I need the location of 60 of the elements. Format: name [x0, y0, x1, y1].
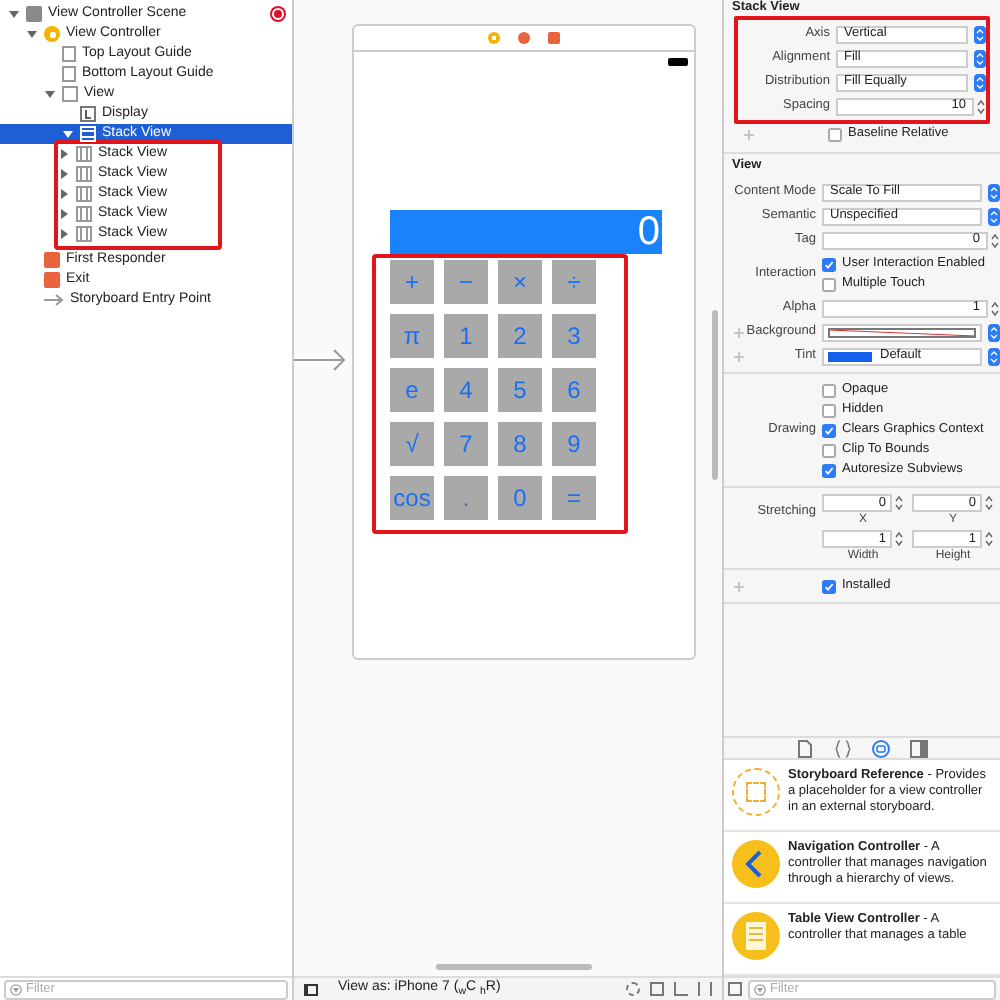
panel-toggle-icon[interactable] [304, 983, 318, 995]
controller-icon [44, 26, 60, 42]
popup-arrows-icon[interactable] [988, 183, 1000, 201]
exit-icon [44, 272, 60, 288]
popup-arrows-icon[interactable] [974, 25, 986, 43]
column-stack-icon [76, 166, 92, 182]
navigation-controller-icon [732, 840, 780, 888]
cube-icon [44, 252, 60, 268]
column-stack-icon [76, 226, 92, 242]
media-icon[interactable] [910, 739, 928, 757]
scene-icon [26, 6, 42, 22]
stepper-icon[interactable] [894, 530, 904, 548]
filter-icon [754, 983, 766, 995]
checkbox[interactable] [822, 383, 836, 397]
color-well[interactable] [822, 323, 982, 341]
expanded-triangle-icon[interactable] [62, 128, 74, 140]
expanded-triangle-icon[interactable] [44, 88, 56, 100]
file-icon[interactable] [796, 739, 814, 757]
table-controller-icon [732, 912, 780, 960]
battery-icon [668, 58, 688, 66]
entry-arrow-icon [294, 348, 348, 372]
label-icon [80, 106, 96, 122]
braces-icon[interactable] [834, 739, 852, 757]
view-icon [62, 86, 78, 102]
arrow-icon [44, 294, 64, 306]
checkbox[interactable] [822, 403, 836, 417]
horizontal-scrollbar[interactable] [436, 964, 592, 970]
collapsed-triangle-icon[interactable] [58, 148, 70, 160]
popup-arrows-icon[interactable] [988, 207, 1000, 225]
stepper-icon[interactable] [984, 494, 994, 512]
column-stack-icon [76, 206, 92, 222]
grid-view-icon[interactable] [728, 982, 742, 996]
stepper-icon[interactable] [990, 231, 1000, 249]
expanded-triangle-icon[interactable] [8, 8, 20, 20]
filter-icon [10, 983, 22, 995]
checkbox[interactable] [828, 127, 842, 141]
collapsed-triangle-icon[interactable] [58, 188, 70, 200]
stepper-icon[interactable] [984, 530, 994, 548]
popup-arrows-icon[interactable] [974, 49, 986, 67]
exit-icon[interactable] [548, 32, 560, 44]
checkbox[interactable] [822, 443, 836, 457]
popup-arrows-icon[interactable] [988, 323, 1000, 341]
object-library-icon[interactable] [872, 739, 890, 757]
expanded-triangle-icon[interactable] [26, 28, 38, 40]
collapsed-triangle-icon[interactable] [58, 168, 70, 180]
popup-arrows-icon[interactable] [988, 347, 1000, 365]
column-stack-icon [76, 146, 92, 162]
vertical-scrollbar[interactable] [712, 310, 718, 480]
collapsed-triangle-icon[interactable] [58, 208, 70, 220]
column-stack-icon [76, 186, 92, 202]
stepper-icon[interactable] [976, 97, 986, 115]
display-label: 0 [390, 210, 662, 254]
checkbox[interactable] [822, 277, 836, 291]
stepper-icon[interactable] [894, 494, 904, 512]
popup-arrows-icon[interactable] [974, 73, 986, 91]
stepper-icon[interactable] [990, 299, 1000, 317]
collapsed-triangle-icon[interactable] [58, 228, 70, 240]
storyboard-reference-icon [732, 768, 780, 816]
no-color-swatch-icon [828, 327, 976, 337]
cube-icon[interactable] [518, 32, 530, 44]
